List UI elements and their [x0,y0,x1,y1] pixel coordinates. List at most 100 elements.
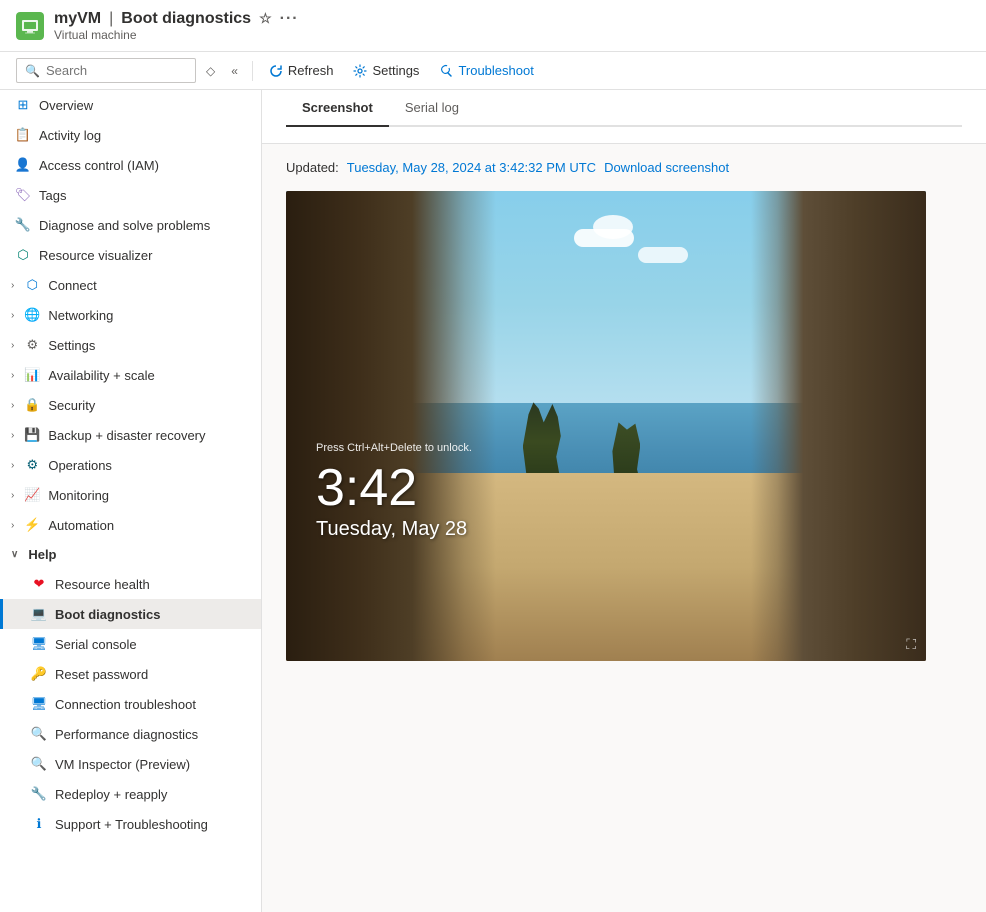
monitoring-expand-icon: › [11,490,14,501]
operations-expand-icon: › [11,460,14,471]
sidebar-item-label: Activity log [39,128,101,143]
page-header: myVM | Boot diagnostics ☆ ··· Virtual ma… [0,0,986,52]
networking-expand-icon: › [11,310,14,321]
support-icon: ℹ [31,816,47,832]
settings-button[interactable]: Settings [345,58,427,83]
sidebar-item-label: Reset password [55,667,148,682]
content-area: Screenshot Serial log Updated: Tuesday, … [262,90,986,912]
sidebar-item-tags[interactable]: 🏷 Tags [0,180,261,210]
sidebar-item-networking[interactable]: › 🌐 Networking [0,300,261,330]
sidebar-item-resource-health[interactable]: ❤ Resource health [0,569,261,599]
sidebar-item-label: Monitoring [48,488,109,503]
sidebar-item-support[interactable]: ℹ Support + Troubleshooting [0,809,261,839]
settings-expand-icon: › [11,340,14,351]
toolbar-divider [252,61,253,81]
sidebar-item-security[interactable]: › 🔒 Security [0,390,261,420]
lock-screen-text: Press Ctrl+Alt+Delete to unlock. 3:42 Tu… [316,442,472,541]
lock-date: Tuesday, May 28 [316,518,472,541]
sidebar: ⊞ Overview 📋 Activity log 👤 Access contr… [0,90,262,912]
refresh-button[interactable]: Refresh [261,58,342,83]
tab-serial-log[interactable]: Serial log [389,90,475,127]
sidebar-item-label: Settings [48,338,95,353]
sidebar-item-label: Boot diagnostics [55,607,160,622]
collapse-icon[interactable]: « [225,60,244,82]
operations-icon: ⚙ [24,457,40,473]
content-inner: Updated: Tuesday, May 28, 2024 at 3:42:3… [262,144,986,677]
sidebar-item-reset-password[interactable]: 🔑 Reset password [0,659,261,689]
tab-screenshot[interactable]: Screenshot [286,90,389,127]
main-layout: ⊞ Overview 📋 Activity log 👤 Access contr… [0,90,986,912]
sidebar-item-label: Redeploy + reapply [55,787,167,802]
sidebar-item-diagnose[interactable]: 🔧 Diagnose and solve problems [0,210,261,240]
more-options-icon[interactable]: ··· [280,10,299,28]
sidebar-item-label: Overview [39,98,93,113]
sidebar-item-label: Operations [48,458,112,473]
sidebar-item-label: Backup + disaster recovery [48,428,205,443]
resource-health-icon: ❤ [31,576,47,592]
troubleshoot-button[interactable]: Troubleshoot [431,58,541,83]
security-icon: 🔒 [24,397,40,413]
arch-opening [461,215,721,582]
performance-diagnostics-icon: 🔍 [31,726,47,742]
favorite-icon[interactable]: ☆ [259,10,272,27]
monitoring-icon: 📈 [24,487,40,503]
serial-console-icon: 🖥 [31,636,47,652]
search-icon: 🔍 [25,64,40,78]
sidebar-item-settings[interactable]: › ⚙ Settings [0,330,261,360]
automation-icon: ⚡ [24,517,40,533]
search-options-icon[interactable]: ◇ [200,60,221,82]
content-tabs: Screenshot Serial log [286,90,962,127]
tags-icon: 🏷 [15,187,31,203]
troubleshoot-icon [439,64,453,78]
networking-icon: 🌐 [24,307,40,323]
overview-icon: ⊞ [15,97,31,113]
sidebar-item-monitoring[interactable]: › 📈 Monitoring [0,480,261,510]
sidebar-item-connect[interactable]: › ⬡ Connect [0,270,261,300]
sidebar-item-performance-diagnostics[interactable]: 🔍 Performance diagnostics [0,719,261,749]
sidebar-item-label: Diagnose and solve problems [39,218,210,233]
sidebar-item-label: Connection troubleshoot [55,697,196,712]
automation-expand-icon: › [11,520,14,531]
vm-type-label: Virtual machine [54,28,299,42]
vm-icon [16,12,44,40]
troubleshoot-label: Troubleshoot [458,63,533,78]
search-box[interactable]: 🔍 [16,58,196,83]
vm-name: myVM [54,10,101,28]
sidebar-item-overview[interactable]: ⊞ Overview [0,90,261,120]
sidebar-item-label: Tags [39,188,66,203]
diagnose-icon: 🔧 [15,217,31,233]
connect-icon: ⬡ [24,277,40,293]
page-name: Boot diagnostics [121,10,251,28]
refresh-label: Refresh [288,63,334,78]
sidebar-item-redeploy[interactable]: 🔧 Redeploy + reapply [0,779,261,809]
corner-icon: ⛶ [906,636,916,653]
sidebar-item-backup[interactable]: › 💾 Backup + disaster recovery [0,420,261,450]
sidebar-item-availability[interactable]: › 📊 Availability + scale [0,360,261,390]
help-collapse-icon: ∨ [11,549,18,560]
sidebar-item-iam[interactable]: 👤 Access control (IAM) [0,150,261,180]
sidebar-item-serial-console[interactable]: 🖥 Serial console [0,629,261,659]
backup-icon: 💾 [24,427,40,443]
sidebar-item-resource-visualizer[interactable]: ⬡ Resource visualizer [0,240,261,270]
sidebar-item-label: Access control (IAM) [39,158,159,173]
reset-password-icon: 🔑 [31,666,47,682]
refresh-icon [269,64,283,78]
sidebar-item-connection-troubleshoot[interactable]: 🖥 Connection troubleshoot [0,689,261,719]
sidebar-item-operations[interactable]: › ⚙ Operations [0,450,261,480]
lock-time: 3:42 [316,462,472,514]
search-input[interactable] [46,63,187,78]
sidebar-item-label: Support + Troubleshooting [55,817,208,832]
sidebar-item-boot-diagnostics[interactable]: 💻 Boot diagnostics [0,599,261,629]
sidebar-item-vm-inspector[interactable]: 🔍 VM Inspector (Preview) [0,749,261,779]
sidebar-item-label: Resource visualizer [39,248,152,263]
availability-expand-icon: › [11,370,14,381]
sidebar-section-help[interactable]: ∨ Help [0,540,261,569]
sidebar-item-label: Performance diagnostics [55,727,198,742]
activity-log-icon: 📋 [15,127,31,143]
sidebar-item-activity-log[interactable]: 📋 Activity log [0,120,261,150]
updated-date: Tuesday, May 28, 2024 at 3:42:32 PM UTC [347,160,596,175]
download-screenshot-link[interactable]: Download screenshot [604,160,729,175]
sidebar-item-automation[interactable]: › ⚡ Automation [0,510,261,540]
header-title: myVM | Boot diagnostics ☆ ··· [54,10,299,28]
sidebar-item-label: Serial console [55,637,137,652]
